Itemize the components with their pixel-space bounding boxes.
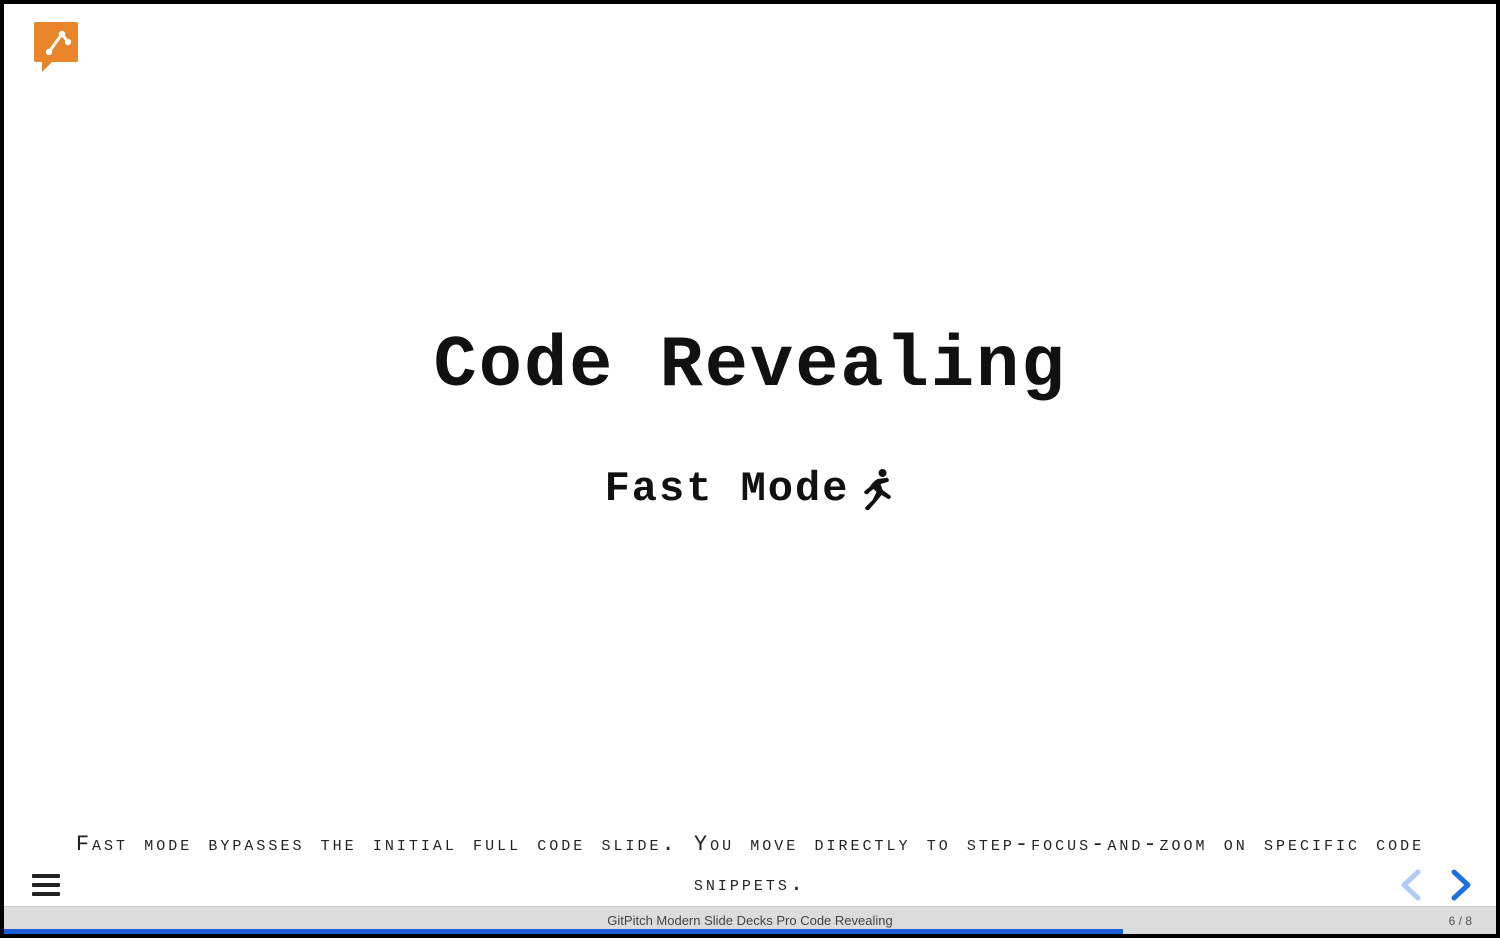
prev-button bbox=[1396, 868, 1428, 902]
slide-title: Code Revealing bbox=[434, 325, 1067, 407]
next-button[interactable] bbox=[1444, 868, 1476, 902]
slide-area: Code Revealing Fast Mode Fast mode bypas… bbox=[4, 4, 1496, 906]
slide-subtitle-row: Fast Mode bbox=[605, 465, 896, 513]
slide-subtitle: Fast Mode bbox=[605, 465, 850, 513]
hamburger-icon bbox=[32, 874, 60, 878]
page-counter: 6 / 8 bbox=[1449, 914, 1472, 928]
nav-arrows bbox=[1396, 868, 1476, 902]
progress-fill bbox=[4, 929, 1123, 934]
running-person-icon bbox=[855, 467, 895, 511]
menu-button[interactable] bbox=[32, 874, 60, 896]
gitpitch-logo bbox=[32, 20, 80, 74]
slide-content: Code Revealing Fast Mode bbox=[434, 325, 1067, 513]
presentation-frame: Code Revealing Fast Mode Fast mode bypas… bbox=[0, 0, 1500, 938]
progress-bar bbox=[4, 929, 1496, 934]
status-title: GitPitch Modern Slide Decks Pro Code Rev… bbox=[607, 913, 892, 928]
slide-description: Fast mode bypasses the initial full code… bbox=[4, 825, 1496, 906]
